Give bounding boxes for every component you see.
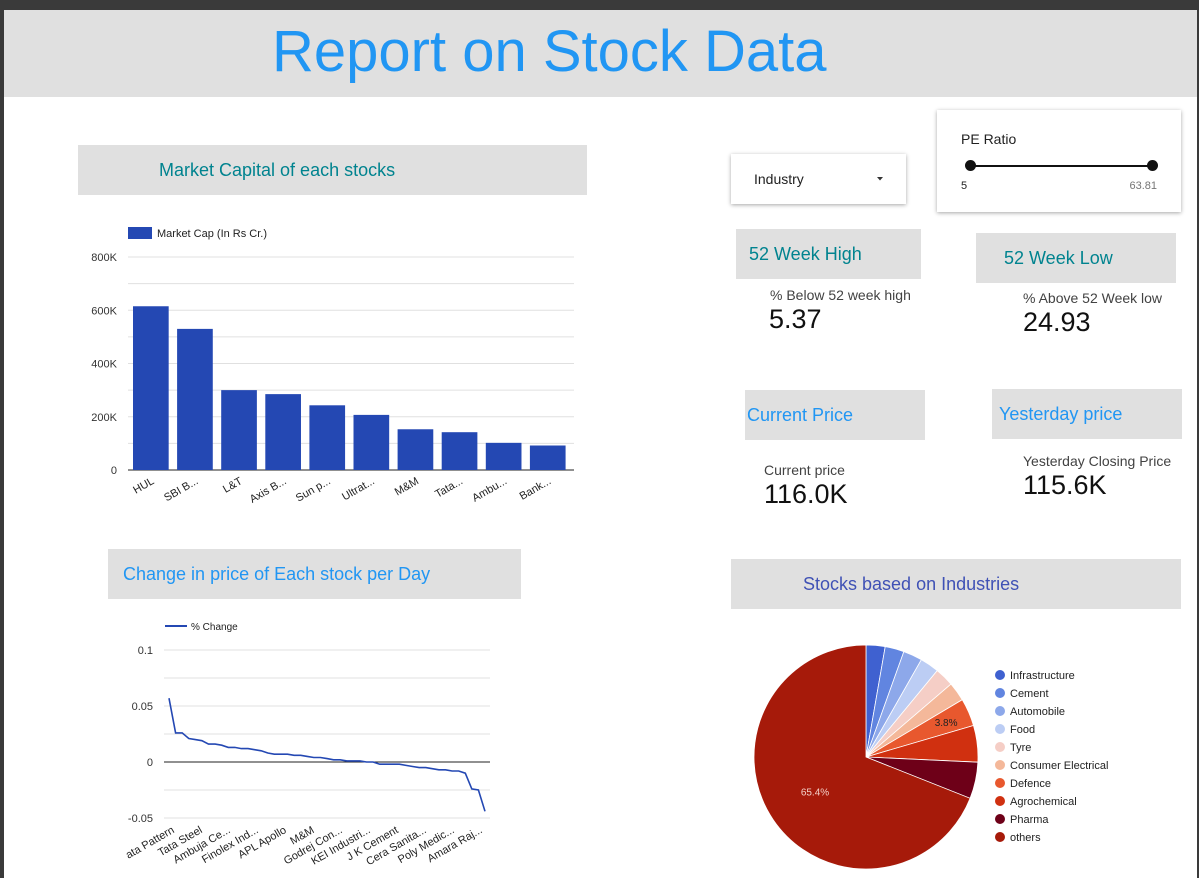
- x-tick-label: Bank...: [518, 475, 554, 503]
- legend-label: % Change: [191, 622, 238, 633]
- industry-dropdown[interactable]: Industry: [731, 154, 906, 204]
- industry-dropdown-label: Industry: [754, 171, 804, 187]
- legend-swatch: [995, 814, 1005, 824]
- yesterday-price-value: 115.6K: [1023, 470, 1107, 500]
- pe-ratio-slider-track[interactable]: [971, 165, 1152, 167]
- x-tick-label: M&M: [393, 475, 421, 498]
- pe-ratio-label: PE Ratio: [961, 131, 1017, 147]
- current-price-value: 116.0K: [764, 479, 848, 509]
- bar: [529, 445, 566, 470]
- current-price-title-box: Current Price: [745, 390, 925, 440]
- bar: [485, 442, 522, 470]
- legend-swatch: [995, 670, 1005, 680]
- yesterday-price-title-box: Yesterday price: [992, 389, 1182, 439]
- y-tick-label: 0: [111, 465, 117, 477]
- legend-swatch: [995, 796, 1005, 806]
- bar: [177, 328, 213, 470]
- legend-swatch: [995, 832, 1005, 842]
- legend-swatch: [995, 724, 1005, 734]
- current-price-title: Current Price: [747, 404, 854, 425]
- y-tick-label: 400K: [91, 359, 117, 371]
- legend-label: Tyre: [1010, 742, 1031, 754]
- window-top-border: [0, 0, 1199, 10]
- price-change-title: Change in price of Each stock per Day: [123, 563, 431, 584]
- week-high-title-box: 52 Week High: [736, 229, 921, 279]
- legend-label: Automobile: [1010, 706, 1065, 718]
- legend-label: Infrastructure: [1010, 670, 1075, 682]
- pe-ratio-max-value: 63.81: [1129, 180, 1157, 192]
- market-cap-title: Market Capital of each stocks: [159, 159, 396, 180]
- bar: [441, 432, 478, 470]
- week-high-title: 52 Week High: [749, 243, 862, 264]
- legend-label: others: [1010, 832, 1041, 844]
- chevron-down-icon: [877, 177, 883, 181]
- legend-label: Food: [1010, 724, 1035, 736]
- market-cap-title-box: Market Capital of each stocks: [78, 145, 587, 195]
- slice-data-label: 65.4%: [801, 788, 829, 799]
- pe-ratio-max-handle[interactable]: [1147, 160, 1158, 171]
- week-high-label: % Below 52 week high: [770, 287, 911, 303]
- x-tick-label: Ultrat...: [340, 475, 377, 503]
- y-tick-label: 0.1: [138, 645, 153, 657]
- legend-label: Market Cap (In Rs Cr.): [157, 228, 267, 240]
- report-title: Report on Stock Data: [272, 19, 827, 84]
- legend-label: Defence: [1010, 778, 1051, 790]
- y-tick-label: 0.05: [132, 701, 153, 713]
- x-tick-label: L&T: [221, 475, 245, 496]
- legend-label: Pharma: [1010, 814, 1049, 826]
- window-left-border: [0, 0, 4, 878]
- yesterday-price-title: Yesterday price: [999, 403, 1123, 424]
- legend-swatch: [995, 760, 1005, 770]
- legend-swatch: [995, 688, 1005, 698]
- x-tick-label: Sun p...: [294, 475, 333, 504]
- legend-swatch: [128, 227, 152, 239]
- bar: [133, 306, 169, 470]
- yesterday-price-label: Yesterday Closing Price: [1023, 453, 1172, 469]
- series-line: [168, 698, 486, 812]
- week-low-title: 52 Week Low: [1004, 247, 1113, 268]
- x-tick-label: Axis B...: [248, 475, 289, 506]
- market-cap-chart[interactable]: 0 200K 400K 600K 800K HUL SBI B... L&T Axis B...…: [70, 215, 590, 515]
- legend-swatch: [995, 778, 1005, 788]
- slice-data-label: 3.8%: [935, 718, 958, 729]
- legend-label: Agrochemical: [1010, 796, 1077, 808]
- industries-title-box: Stocks based on Industries: [731, 559, 1181, 609]
- legend-swatch: [995, 706, 1005, 716]
- y-tick-label: 800K: [91, 252, 117, 264]
- y-tick-label: 600K: [91, 305, 117, 317]
- week-low-label: % Above 52 Week low: [1023, 290, 1163, 306]
- price-change-title-box: Change in price of Each stock per Day: [108, 549, 521, 599]
- legend-label: Consumer Electrical: [1010, 760, 1108, 772]
- week-high-value: 5.37: [769, 304, 822, 334]
- bar: [397, 429, 434, 470]
- legend-label: Cement: [1010, 688, 1049, 700]
- bar: [309, 405, 346, 470]
- legend-swatch: [995, 742, 1005, 752]
- industries-pie-chart[interactable]: 3.8% 65.4% Infrastructure Cement Automobile F…: [740, 630, 1160, 878]
- y-tick-label: -0.05: [128, 813, 153, 825]
- x-tick-label: Tata...: [433, 475, 465, 500]
- y-tick-label: 200K: [91, 412, 117, 424]
- report-header: Report on Stock Data: [4, 10, 1197, 97]
- pe-ratio-min-handle[interactable]: [965, 160, 976, 171]
- x-tick-label: Ambu...: [470, 475, 509, 504]
- pe-ratio-min-value: 5: [961, 180, 968, 192]
- x-tick-label: HUL: [131, 475, 156, 496]
- x-tick-label: SBI B...: [162, 475, 200, 504]
- price-change-chart[interactable]: 0.10.050-0.05ata PatternTata SteelAmbuja…: [100, 610, 500, 878]
- industries-title: Stocks based on Industries: [803, 573, 1020, 594]
- bar: [221, 390, 257, 470]
- week-low-title-box: 52 Week Low: [976, 233, 1176, 283]
- current-price-label: Current price: [764, 462, 845, 478]
- week-low-value: 24.93: [1023, 307, 1091, 337]
- y-tick-label: 0: [147, 757, 153, 769]
- pe-ratio-slider-card: PE Ratio 5 63.81: [937, 110, 1181, 212]
- bar: [353, 414, 390, 470]
- bar: [265, 394, 301, 470]
